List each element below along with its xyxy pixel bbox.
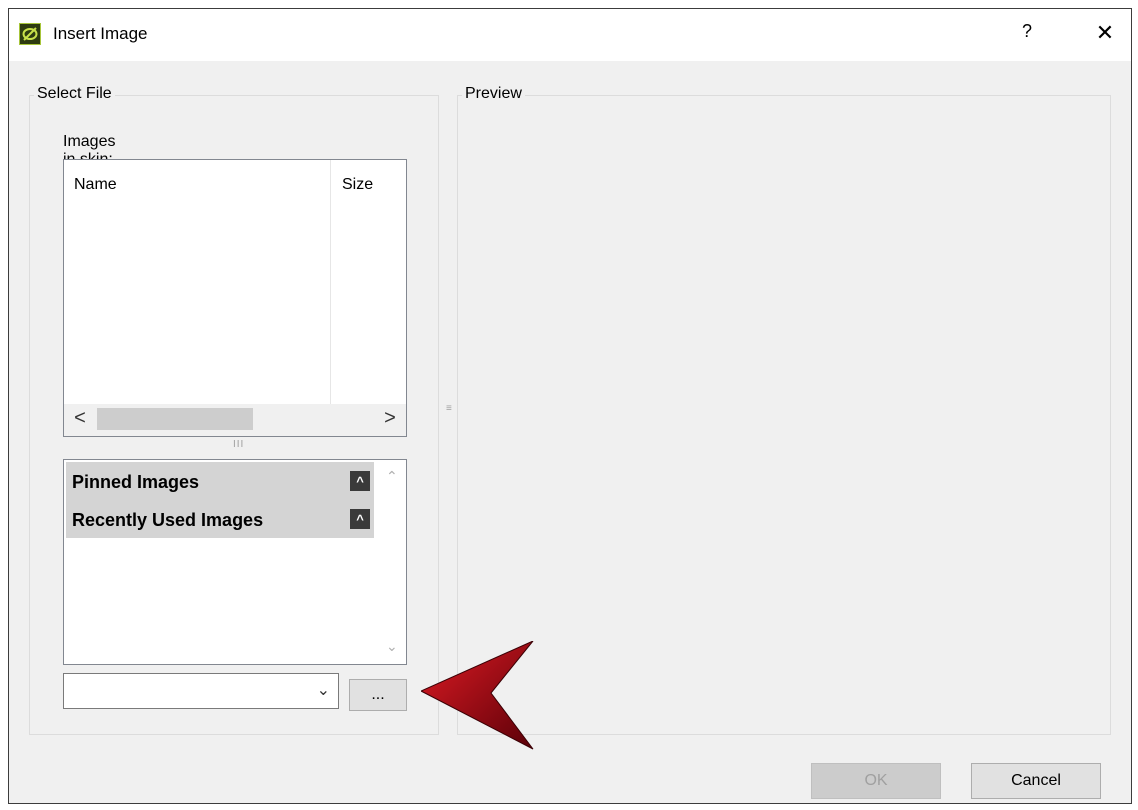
pinned-images-section[interactable]: Pinned Images ^ [66,462,374,500]
column-separator [330,160,331,404]
scroll-thumb[interactable] [97,408,253,430]
images-list[interactable]: Name Size < > [63,159,407,437]
pinned-images-panel: Pinned Images ^ Recently Used Images ^ ⌃… [63,459,407,665]
ok-button[interactable]: OK [811,763,941,799]
collapse-recent-icon[interactable]: ^ [350,509,370,529]
browse-button[interactable]: ... [349,679,407,711]
preview-title: Preview [462,85,525,103]
select-file-title: Select File [34,85,115,103]
scroll-right-icon[interactable]: > [379,407,401,430]
help-button[interactable]: ? [1015,21,1039,45]
scroll-down-icon[interactable]: ⌄ [386,638,398,655]
scroll-left-icon[interactable]: < [69,407,91,430]
horizontal-scrollbar[interactable]: < > [64,404,406,436]
horizontal-splitter-grip-icon[interactable]: III [233,439,244,450]
insert-image-dialog: Insert Image ? ✕ Select File Preview Ima… [8,8,1132,804]
scroll-up-icon[interactable]: ⌃ [386,468,398,485]
window-title: Insert Image [53,24,148,43]
collapse-pinned-icon[interactable]: ^ [350,471,370,491]
preview-group: Preview [457,85,1111,735]
title-bar: Insert Image ? ✕ [9,9,1131,61]
column-header-size[interactable]: Size [342,176,373,194]
recently-used-label: Recently Used Images [72,510,264,530]
app-logo-icon [19,23,41,45]
close-button[interactable]: ✕ [1091,21,1119,49]
file-combo-box[interactable]: ⌄ [63,673,339,709]
pinned-images-label: Pinned Images [72,472,200,492]
recently-used-section[interactable]: Recently Used Images ^ [66,500,374,538]
red-pointer-arrow-icon [421,641,534,750]
cancel-button[interactable]: Cancel [971,763,1101,799]
chevron-down-icon[interactable]: ⌄ [317,680,330,700]
vertical-splitter-grip-icon[interactable]: ≡ [446,403,452,414]
column-header-name[interactable]: Name [74,176,117,194]
